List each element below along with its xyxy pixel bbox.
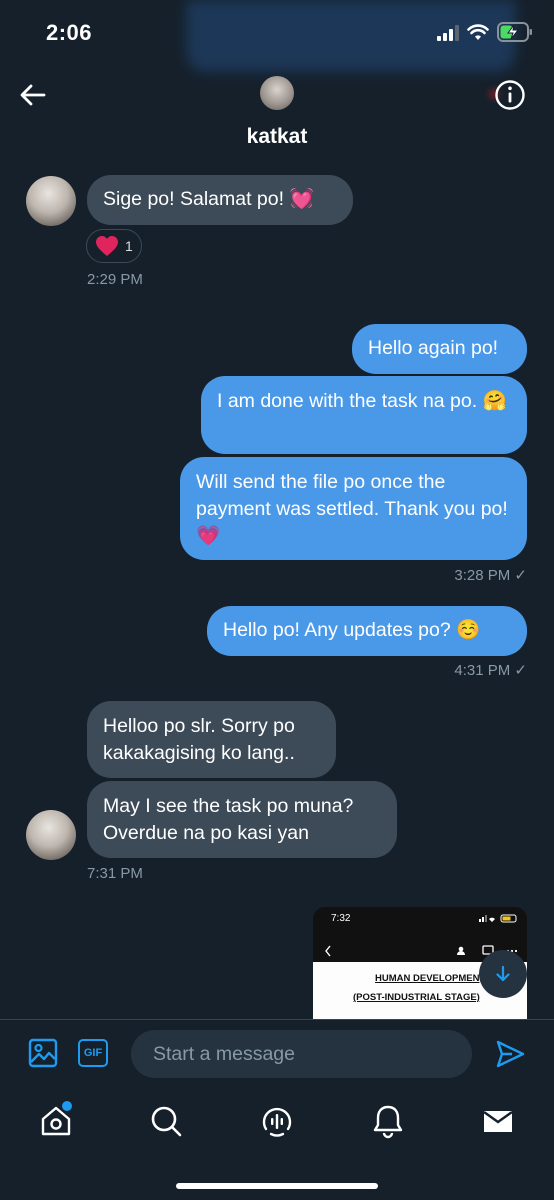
status-time: 2:06 [46,20,93,45]
message-timestamp: 4:31 PM ✓ [454,662,527,679]
message-bubble-outgoing[interactable]: Hello po! Any updates po? ☺️ [207,606,527,656]
home-indicator [176,1183,378,1189]
header-avatar[interactable] [260,76,294,110]
scroll-to-bottom-button[interactable] [479,950,527,998]
battery-icon [497,22,532,42]
message-bubble-outgoing[interactable]: Hello again po! [352,324,527,374]
mail-icon[interactable] [480,1103,516,1139]
heart-icon [96,236,118,256]
avatar[interactable] [26,176,76,226]
composer-divider [0,1019,554,1020]
reaction-count: 1 [125,238,133,254]
message-timestamp: 3:28 PM ✓ [454,567,527,584]
conversation-name[interactable]: katkat [0,125,554,149]
attachment-status-time: 7:32 [331,913,351,924]
arrow-down-icon [496,965,510,982]
message-input[interactable] [131,1030,472,1078]
message-bubble-incoming[interactable]: Sige po! Salamat po! 💓 [87,175,353,225]
signal-icon [437,25,459,41]
search-icon[interactable] [148,1103,184,1139]
gif-icon[interactable]: GIF [78,1039,108,1067]
message-timestamp: 2:29 PM [87,271,143,288]
message-bubble-incoming[interactable]: Helloo po slr. Sorry po kakakagising ko … [87,701,336,778]
info-icon[interactable] [494,79,526,111]
attachment-status-icons [479,914,517,923]
message-bubble-incoming[interactable]: May I see the task po muna? Overdue na p… [87,781,397,858]
home-notification-dot [62,1101,72,1111]
send-icon[interactable] [495,1039,525,1069]
message-timestamp: 7:31 PM [87,865,143,882]
message-bubble-outgoing[interactable]: I am done with the task na po. 🤗 [201,376,527,454]
wifi-icon [467,24,489,40]
back-arrow-icon[interactable] [18,80,48,110]
reaction-badge[interactable]: 1 [86,229,142,263]
message-bubble-outgoing[interactable]: Will send the file po once the payment w… [180,457,527,560]
image-icon[interactable] [28,1038,58,1068]
avatar[interactable] [26,810,76,860]
spaces-icon[interactable] [259,1103,295,1139]
bell-icon[interactable] [370,1103,406,1139]
